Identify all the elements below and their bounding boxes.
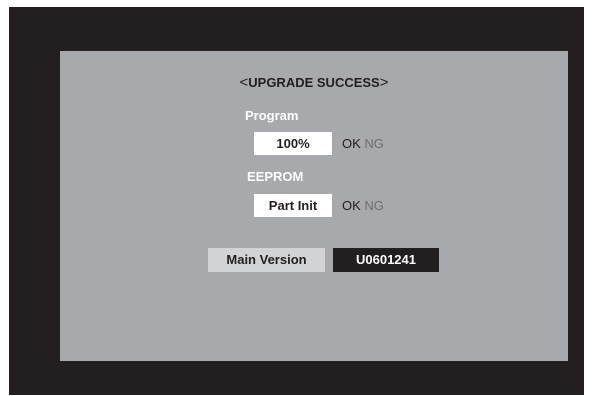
device-screen: <UPGRADE SUCCESS> Program 100% OK NG EEP…: [9, 7, 584, 395]
main-version-label: Main Version: [208, 248, 325, 272]
title-left-bracket: <: [239, 74, 249, 91]
title-text: UPGRADE SUCCESS: [248, 75, 380, 90]
eeprom-ng-indicator: NG: [364, 198, 384, 213]
program-progress-value: 100%: [254, 132, 332, 155]
eeprom-status: OK NG: [342, 198, 384, 213]
program-status: OK NG: [342, 136, 384, 151]
program-label: Program: [245, 108, 299, 123]
title-right-bracket: >: [379, 74, 389, 91]
eeprom-status-value: Part Init: [254, 194, 332, 217]
program-ok-indicator: OK: [342, 136, 361, 151]
upgrade-status-panel: <UPGRADE SUCCESS> Program 100% OK NG EEP…: [60, 51, 568, 361]
program-ng-indicator: NG: [364, 136, 384, 151]
eeprom-ok-indicator: OK: [342, 198, 361, 213]
upgrade-title: <UPGRADE SUCCESS>: [60, 74, 568, 91]
main-version-value: U0601241: [333, 248, 439, 272]
eeprom-label: EEPROM: [247, 169, 304, 184]
